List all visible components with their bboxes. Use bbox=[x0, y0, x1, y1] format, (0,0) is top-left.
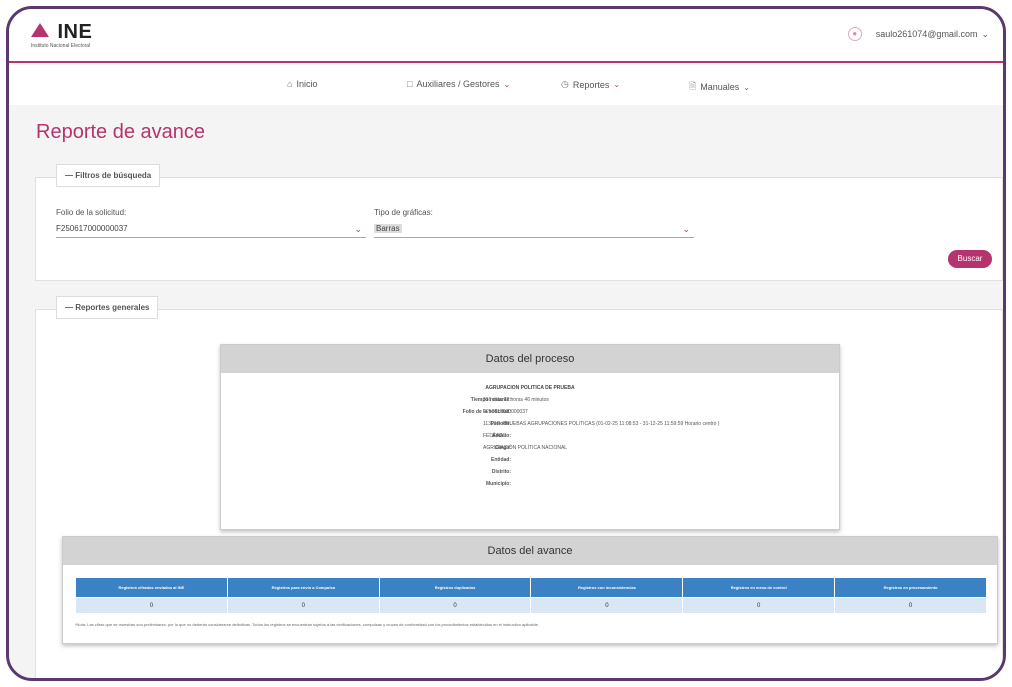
nav-label: Manuales bbox=[700, 82, 740, 92]
page-title: Reporte de avance bbox=[36, 121, 206, 143]
table-header-row: Registros cifrados enviados al INE Regis… bbox=[75, 577, 987, 598]
nav-label: Inicio bbox=[296, 79, 318, 89]
table-cell: 0 bbox=[75, 597, 228, 614]
row-value: AGRUPACIÓN POLÍTICA NACIONAL bbox=[483, 445, 568, 451]
table-cell: 0 bbox=[530, 597, 684, 614]
logo-icon bbox=[31, 23, 49, 37]
filters-legend[interactable]: — Filtros de búsqueda bbox=[56, 164, 161, 187]
nav-item-auxiliares[interactable]: □ Auxiliares / Gestores ⌄ bbox=[407, 79, 510, 89]
folio-label: Folio de la solicitud: bbox=[56, 208, 127, 217]
table-cell: 0 bbox=[378, 597, 532, 614]
logo-subtitle: Instituto Nacional Electoral bbox=[31, 43, 91, 49]
row-key: Municipio: bbox=[486, 481, 511, 487]
user-icon: ● bbox=[847, 27, 862, 41]
document-icon: □ bbox=[407, 79, 413, 89]
row-key: Distrito: bbox=[491, 469, 511, 475]
column-header: Registros en mesa de control bbox=[682, 577, 836, 598]
chevron-down-icon: ⌄ bbox=[613, 80, 621, 89]
column-header: Registros con inconsistencias bbox=[530, 577, 684, 598]
tipo-value: Barras bbox=[374, 224, 402, 233]
progress-card: Datos del avance Registros cifrados envi… bbox=[62, 536, 998, 644]
folio-select[interactable]: F250617000000037 ⌄ bbox=[56, 222, 366, 238]
reports-legend[interactable]: — Reportes generales bbox=[56, 296, 159, 319]
top-bar: INE Instituto Nacional Electoral ● saulo… bbox=[9, 9, 1003, 63]
filters-panel: — Filtros de búsqueda Folio de la solici… bbox=[35, 164, 1003, 281]
nav-label: Auxiliares / Gestores bbox=[416, 79, 500, 89]
tipo-label: Tipo de gráficas: bbox=[374, 208, 433, 217]
user-menu[interactable]: ● saulo261074@gmail.com ⌄ bbox=[847, 27, 989, 41]
nav-item-inicio[interactable]: ⌂ Inicio bbox=[287, 79, 317, 89]
row-key: Entidad: bbox=[491, 457, 511, 463]
nav-item-manuales[interactable]: 🗎 Manuales ⌄ bbox=[689, 79, 750, 95]
progress-table: Registros cifrados enviados al INE Regis… bbox=[75, 577, 987, 614]
folio-value: F250617000000037 bbox=[56, 224, 128, 233]
process-card: Datos del proceso AGRUPACION POLITICA DE… bbox=[220, 344, 840, 530]
tipo-select[interactable]: Barras ⌄ bbox=[374, 222, 694, 238]
logo-text: INE bbox=[57, 21, 93, 43]
clock-icon: ◷ bbox=[561, 79, 569, 89]
progress-card-title: Datos del avance bbox=[63, 537, 997, 565]
table-row: 0 0 0 0 0 0 bbox=[75, 597, 987, 614]
process-card-title: Datos del proceso bbox=[221, 345, 839, 373]
table-cell: 0 bbox=[834, 597, 987, 614]
table-cell: 0 bbox=[682, 597, 836, 614]
row-value: F250617000000037 bbox=[483, 409, 528, 415]
disclaimer-note: *Nota: Las cifras que se muestran son pr… bbox=[75, 622, 539, 627]
column-header: Registros en procesamiento bbox=[834, 577, 987, 598]
chevron-down-icon: ⌄ bbox=[743, 82, 750, 92]
search-button[interactable]: Buscar bbox=[948, 250, 992, 268]
column-header: Registros para envío a Compulsa bbox=[226, 577, 380, 598]
ine-logo[interactable]: INE bbox=[31, 21, 92, 44]
chevron-down-icon: ⌄ bbox=[981, 28, 989, 39]
chevron-down-icon: ⌄ bbox=[682, 224, 690, 234]
nav-item-reportes[interactable]: ◷ Reportes ⌄ bbox=[561, 79, 620, 90]
organization-name: AGRUPACION POLITICA DE PRUEBA bbox=[485, 385, 575, 391]
file-icon: 🗎 bbox=[689, 81, 697, 91]
chevron-down-icon: ⌄ bbox=[354, 224, 362, 234]
row-value: 113216- PRUEBAS AGRUPACIONES POLITICAS (… bbox=[483, 421, 720, 427]
home-icon: ⌂ bbox=[287, 79, 293, 89]
chevron-down-icon: ⌄ bbox=[503, 79, 511, 89]
main-nav: ⌂ Inicio □ Auxiliares / Gestores ⌄ ◷ Rep… bbox=[9, 65, 1003, 105]
app-window: INE Instituto Nacional Electoral ● saulo… bbox=[6, 6, 1006, 681]
table-cell: 0 bbox=[226, 597, 380, 614]
row-value: FEDERAL bbox=[483, 433, 507, 439]
column-header: Registros duplicados bbox=[378, 577, 532, 598]
user-email: saulo261074@gmail.com bbox=[875, 29, 978, 39]
column-header: Registros cifrados enviados al INE bbox=[75, 577, 228, 598]
nav-label: Reportes bbox=[572, 79, 610, 90]
reports-panel: — Reportes generales Datos del proceso A… bbox=[35, 296, 1003, 678]
row-value: 316 días 22 horas 46 minutos bbox=[483, 397, 549, 403]
